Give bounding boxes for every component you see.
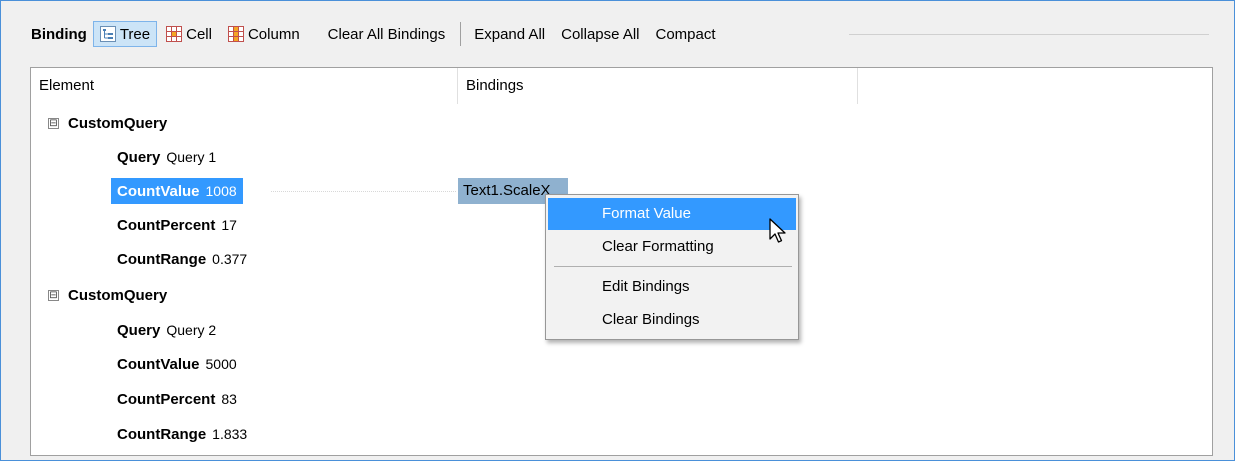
node-key: CountValue [117,355,200,373]
node-value: Query 1 [166,149,217,165]
node-value: 1.833 [212,426,248,442]
context-menu: Format Value Clear Formatting Edit Bindi… [545,194,799,340]
node-value: Query 2 [166,322,217,338]
toolbar: Binding Tree Cell Column Clear All Bindi… [31,19,725,49]
tree-node[interactable]: CountRange 1.833 [111,421,253,447]
node-key: CountPercent [117,390,216,408]
tree-node[interactable]: CountPercent 17 [111,212,243,238]
collapse-all-label: Collapse All [561,25,640,43]
cell-grid-icon [166,26,183,42]
menu-item-clear-formatting[interactable]: Clear Formatting [548,231,796,263]
node-value: 5000 [205,356,237,372]
cell-button-label: Cell [186,25,212,43]
menu-item-clear-bindings[interactable]: Clear Bindings [548,304,796,336]
compact-button[interactable]: Compact [649,21,723,47]
mouse-pointer-icon [769,218,786,243]
group-label: CustomQuery [68,114,168,132]
tree-button-label: Tree [119,25,151,43]
group-label: CustomQuery [68,286,168,304]
tree-row[interactable]: Query Query 1 [31,140,1212,174]
grid-header: Element Bindings [31,68,1212,104]
column-grid-icon [227,26,244,42]
node-key: CountRange [117,425,207,443]
column-button-label: Column [247,25,300,43]
toolbar-separator [460,22,462,46]
connector-line [271,191,456,192]
collapse-toggle-icon[interactable]: ⊟ [48,289,59,301]
expand-all-label: Expand All [474,25,546,43]
compact-label: Compact [655,25,716,43]
column-header-element[interactable]: Element [31,68,458,104]
tree-row[interactable]: CountPercent 83 [31,382,1212,416]
node-value: 17 [221,217,237,233]
clear-all-bindings-label: Clear All Bindings [327,25,446,43]
node-key: CountValue [117,182,200,200]
tree-node[interactable]: CountPercent 83 [111,386,243,412]
tree-node[interactable]: CountRange 0.377 [111,246,253,272]
node-value: 0.377 [212,251,248,267]
collapse-toggle-icon[interactable]: ⊟ [48,117,59,129]
node-value: 1008 [205,183,237,199]
binding-panel: Binding Tree Cell Column Clear All Bindi… [0,0,1235,461]
toolbar-rule [849,34,1209,35]
node-key: CountPercent [117,216,216,234]
menu-separator [554,266,792,267]
tree-button[interactable]: Tree [92,21,158,47]
menu-item-edit-bindings[interactable]: Edit Bindings [548,271,796,303]
tree-node[interactable]: Query Query 2 [111,317,222,343]
node-key: Query [117,321,161,339]
toolbar-heading: Binding [31,25,87,43]
tree-view-icon [99,26,116,42]
tree-node[interactable]: CountValue 5000 [111,351,243,377]
collapse-all-button[interactable]: Collapse All [554,21,646,47]
column-button[interactable]: Column [221,21,307,47]
menu-item-format-value[interactable]: Format Value [548,198,796,230]
tree-row[interactable]: CountValue 5000 [31,347,1212,381]
tree-group-row[interactable]: ⊟ CustomQuery [31,106,1212,140]
cell-button[interactable]: Cell [159,21,219,47]
clear-all-bindings-button[interactable]: Clear All Bindings [321,21,453,47]
node-key: Query [117,148,161,166]
node-key: CountRange [117,250,207,268]
tree-node-selected[interactable]: CountValue 1008 [111,178,243,204]
expand-all-button[interactable]: Expand All [467,21,552,47]
column-header-bindings[interactable]: Bindings [458,68,858,104]
node-value: 83 [221,391,237,407]
tree-row[interactable]: CountRange 1.833 [31,417,1212,451]
tree-node[interactable]: Query Query 1 [111,144,222,170]
